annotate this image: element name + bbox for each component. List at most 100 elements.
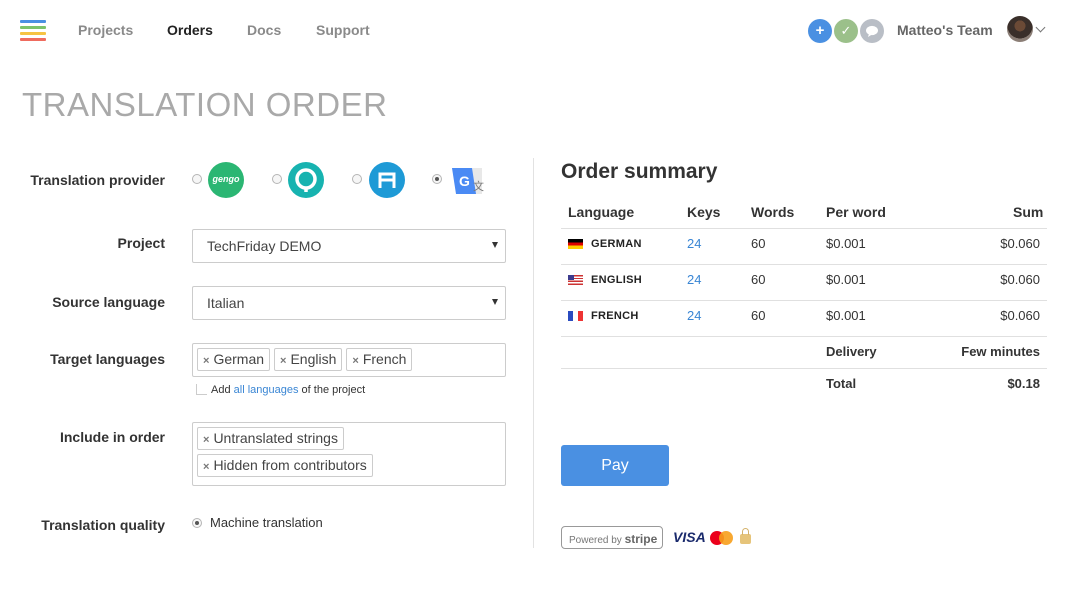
fr-provider-logo-icon[interactable] bbox=[369, 162, 405, 198]
provider-radio-gengo[interactable] bbox=[192, 174, 202, 184]
total-value: $0.18 bbox=[1007, 376, 1040, 391]
svg-text:文: 文 bbox=[473, 179, 484, 193]
avatar[interactable] bbox=[1007, 16, 1033, 42]
target-languages-label: Target languages bbox=[50, 351, 165, 367]
col-per-word: Per word bbox=[826, 204, 886, 220]
row-keys-link[interactable]: 24 bbox=[687, 272, 701, 287]
quality-option-label: Machine translation bbox=[210, 515, 323, 530]
caret-down-icon bbox=[492, 242, 498, 248]
row-language: GERMAN bbox=[591, 238, 642, 250]
row-per-word: $0.001 bbox=[826, 236, 866, 251]
include-in-order-input[interactable]: × Untranslated strings × Hidden from contri… bbox=[192, 422, 506, 486]
provider-radio-q[interactable] bbox=[272, 174, 282, 184]
app-logo-icon[interactable] bbox=[20, 20, 48, 44]
nav-projects[interactable]: Projects bbox=[78, 22, 133, 38]
remove-icon[interactable]: × bbox=[203, 355, 209, 367]
nav-orders[interactable]: Orders bbox=[167, 22, 213, 38]
tag-label: Untranslated strings bbox=[213, 430, 338, 446]
visa-logo: VISA bbox=[673, 529, 706, 545]
source-language-value: Italian bbox=[207, 295, 245, 311]
col-keys: Keys bbox=[687, 204, 721, 220]
team-name[interactable]: Matteo's Team bbox=[897, 22, 993, 38]
plus-icon[interactable]: + bbox=[808, 19, 832, 43]
source-language-select[interactable]: Italian bbox=[192, 286, 506, 320]
nav-support[interactable]: Support bbox=[316, 22, 370, 38]
provider-radio-google[interactable] bbox=[432, 174, 442, 184]
stripe-brand: stripe bbox=[624, 532, 658, 546]
stripe-prefix: Powered by bbox=[569, 535, 622, 546]
tag-label: Hidden from contributors bbox=[213, 457, 367, 473]
q-provider-logo-icon[interactable] bbox=[288, 162, 324, 198]
hint-suffix: of the project bbox=[301, 384, 366, 396]
tag-english[interactable]: × English bbox=[274, 348, 343, 371]
row-words: 60 bbox=[751, 236, 766, 251]
table-rule bbox=[561, 368, 1047, 369]
translation-quality-label: Translation quality bbox=[41, 517, 165, 533]
tag-untranslated[interactable]: × Untranslated strings bbox=[197, 427, 344, 450]
row-per-word: $0.001 bbox=[826, 308, 866, 323]
col-sum: Sum bbox=[1013, 204, 1044, 220]
row-words: 60 bbox=[751, 272, 766, 287]
german-flag-icon bbox=[568, 239, 583, 249]
quality-radio-machine[interactable] bbox=[192, 518, 202, 528]
project-select[interactable]: TechFriday DEMO bbox=[192, 229, 506, 263]
tag-label: French bbox=[362, 351, 407, 367]
project-label: Project bbox=[117, 235, 165, 251]
row-sum: $0.060 bbox=[1000, 308, 1040, 323]
table-rule bbox=[561, 264, 1047, 265]
row-language: ENGLISH bbox=[591, 274, 642, 286]
french-flag-icon bbox=[568, 311, 583, 321]
google-translate-glyph: G bbox=[459, 173, 470, 189]
page-title: TRANSLATION ORDER bbox=[22, 86, 388, 123]
row-sum: $0.060 bbox=[1000, 236, 1040, 251]
target-languages-input[interactable]: × German × English × French bbox=[192, 343, 506, 377]
powered-by-stripe-badge: Powered by stripe bbox=[561, 526, 663, 549]
tag-hidden[interactable]: × Hidden from contributors bbox=[197, 454, 373, 477]
col-words: Words bbox=[751, 204, 795, 220]
remove-icon[interactable]: × bbox=[203, 461, 209, 473]
nav-docs[interactable]: Docs bbox=[247, 22, 281, 38]
hint-prefix: Add bbox=[211, 384, 231, 396]
tag-label: English bbox=[290, 351, 337, 367]
table-rule bbox=[561, 336, 1047, 337]
all-languages-link[interactable]: all languages bbox=[234, 384, 299, 396]
row-sum: $0.060 bbox=[1000, 272, 1040, 287]
delivery-value: Few minutes bbox=[961, 344, 1040, 359]
provider-label: Translation provider bbox=[30, 172, 165, 188]
row-words: 60 bbox=[751, 308, 766, 323]
add-languages-hint: Add all languages of the project bbox=[211, 384, 365, 396]
remove-icon[interactable]: × bbox=[280, 355, 286, 367]
pay-button[interactable]: Pay bbox=[561, 445, 669, 486]
table-rule bbox=[561, 228, 1047, 229]
vertical-divider bbox=[533, 158, 534, 548]
delivery-label: Delivery bbox=[826, 344, 877, 359]
tag-french[interactable]: × French bbox=[346, 348, 413, 371]
check-icon[interactable]: ✓ bbox=[834, 19, 858, 43]
tag-label: German bbox=[213, 351, 265, 367]
top-nav: Projects Orders Docs Support + ✓ Matteo'… bbox=[0, 0, 1068, 60]
row-keys-link[interactable]: 24 bbox=[687, 308, 701, 323]
chat-icon[interactable] bbox=[860, 19, 884, 43]
source-language-label: Source language bbox=[52, 294, 165, 310]
google-translate-icon[interactable]: G 文 bbox=[450, 164, 486, 200]
remove-icon[interactable]: × bbox=[203, 434, 209, 446]
row-language: FRENCH bbox=[591, 310, 639, 322]
project-select-value: TechFriday DEMO bbox=[207, 238, 322, 254]
col-language: Language bbox=[568, 204, 635, 220]
row-keys-link[interactable]: 24 bbox=[687, 236, 701, 251]
gengo-logo-text: gengo bbox=[212, 174, 240, 184]
lock-icon bbox=[740, 528, 751, 544]
provider-radio-fr[interactable] bbox=[352, 174, 362, 184]
summary-title: Order summary bbox=[561, 160, 718, 183]
total-label: Total bbox=[826, 376, 857, 391]
table-rule bbox=[561, 300, 1047, 301]
mastercard-icon bbox=[719, 531, 733, 545]
tag-german[interactable]: × German bbox=[197, 348, 271, 371]
gengo-logo-icon[interactable]: gengo bbox=[208, 162, 244, 198]
include-in-order-label: Include in order bbox=[59, 429, 165, 445]
hint-connector bbox=[196, 384, 207, 395]
remove-icon[interactable]: × bbox=[352, 355, 358, 367]
us-flag-icon bbox=[568, 275, 583, 285]
chevron-down-icon[interactable] bbox=[1035, 22, 1046, 33]
caret-down-icon bbox=[492, 299, 498, 305]
